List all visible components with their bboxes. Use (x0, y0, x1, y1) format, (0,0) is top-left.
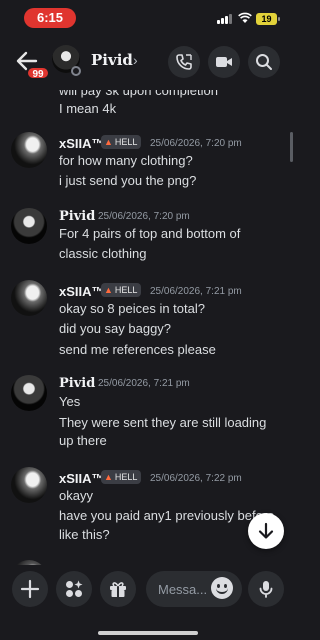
add-attachment-button[interactable] (12, 571, 48, 607)
status-bar: 6:15 19 (0, 0, 295, 34)
message-author[interactable]: xSIIA™ (59, 136, 105, 151)
message-text: up there (59, 433, 107, 448)
apps-icon (66, 580, 83, 597)
role-tag: ▲ HELL (101, 135, 142, 149)
call-button[interactable] (168, 46, 200, 78)
message-author[interactable]: Pivid (59, 376, 95, 391)
message-text: for how many clothing? (59, 153, 193, 168)
wifi-icon (238, 12, 252, 23)
search-icon (256, 54, 272, 70)
message-text: Yes (59, 394, 81, 409)
unread-badge: 99 (26, 66, 50, 80)
phone-icon (176, 54, 192, 70)
jump-to-latest-button[interactable] (248, 513, 284, 549)
flame-icon: ▲ (104, 137, 113, 147)
contact-name[interactable]: Pivid (91, 51, 133, 69)
message-text: i just send you the png? (59, 173, 197, 188)
message-author[interactable]: xSIIA™ (59, 284, 105, 299)
voice-message-button[interactable] (248, 571, 284, 607)
gift-button[interactable] (100, 571, 136, 607)
video-camera-icon (216, 57, 232, 67)
message-timestamp: 25/06/2026, 7:21 pm (150, 286, 242, 297)
message-text: I mean 4k (59, 101, 117, 116)
message-author[interactable]: Pivid (59, 209, 95, 224)
message-text: will pay 3k upon completion (59, 90, 218, 98)
battery-indicator: 19 (256, 13, 280, 25)
emoji-icon[interactable] (211, 577, 233, 599)
message-list[interactable]: will pay 3k upon completion I mean 4k xS… (0, 90, 295, 565)
message-timestamp: 25/06/2026, 7:21 pm (98, 378, 190, 389)
avatar[interactable] (11, 467, 47, 503)
role-tag: ▲ HELL (101, 470, 142, 484)
search-button[interactable] (248, 46, 280, 78)
message-author[interactable]: xSIIA™ (59, 471, 105, 486)
message-text: okayy (59, 488, 93, 503)
message-timestamp: 25/06/2026, 7:22 pm (150, 473, 242, 484)
avatar[interactable] (11, 208, 47, 244)
chevron-right-icon[interactable]: › (133, 52, 138, 68)
plus-icon (20, 579, 40, 599)
flame-icon: ▲ (104, 285, 113, 295)
message-text: For 4 pairs of top and bottom of (59, 226, 241, 241)
avatar[interactable] (11, 375, 47, 411)
message-text: did you say baggy? (59, 321, 172, 336)
avatar[interactable] (11, 132, 47, 168)
message-text: classic clothing (59, 246, 147, 261)
signal-icon (217, 14, 234, 24)
video-call-button[interactable] (208, 46, 240, 78)
status-time: 6:15 (24, 8, 76, 28)
scrollbar[interactable] (290, 132, 293, 162)
chat-header: 99 Pivid › (0, 34, 295, 90)
message-text: like this? (59, 527, 110, 542)
flame-icon: ▲ (104, 472, 113, 482)
message-text: okay so 8 peices in total? (59, 301, 205, 316)
microphone-icon (259, 581, 273, 598)
gift-icon (110, 582, 126, 597)
home-indicator (98, 631, 198, 635)
role-tag: ▲ HELL (101, 283, 142, 297)
message-text: They were sent they are still loading (59, 415, 267, 430)
apps-button[interactable] (56, 571, 92, 607)
message-composer (0, 565, 295, 640)
avatar[interactable] (11, 280, 47, 316)
offline-status-indicator (71, 66, 81, 76)
arrow-down-icon (258, 522, 274, 539)
message-text: have you paid any1 previously before (59, 508, 275, 523)
message-input[interactable] (158, 571, 214, 607)
message-timestamp: 25/06/2026, 7:20 pm (150, 138, 242, 149)
message-text: send me references please (59, 342, 216, 357)
message-timestamp: 25/06/2026, 7:20 pm (98, 211, 190, 222)
